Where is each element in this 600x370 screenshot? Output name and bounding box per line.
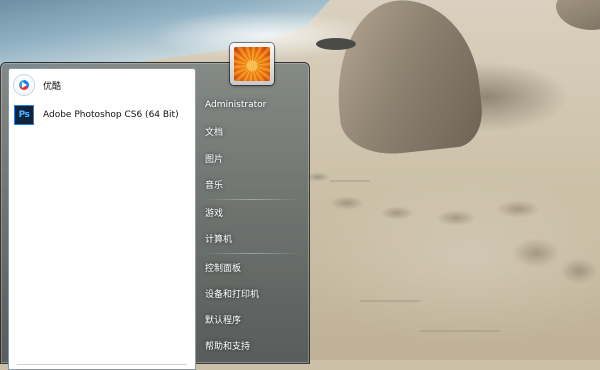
right-item-label: 音乐 <box>205 180 224 191</box>
right-item-default-programs[interactable]: 默认程序 <box>198 307 304 331</box>
program-label: Adobe Photoshop CS6 (64 Bit) <box>43 110 179 120</box>
right-pane-separator <box>202 253 302 254</box>
right-item-label: 默认程序 <box>205 315 242 326</box>
right-item-computer[interactable]: 计算机 <box>198 226 304 250</box>
photoshop-icon: Ps <box>13 104 35 126</box>
orange-flower-user-picture-icon <box>234 47 270 81</box>
right-item-devices-and-printers[interactable]: 设备和打印机 <box>198 281 304 305</box>
user-name-label: Administrator <box>205 100 267 110</box>
right-item-help-and-support[interactable]: 帮助和支持 <box>198 333 304 357</box>
sand-ripple <box>420 330 500 332</box>
right-item-label: 设备和打印机 <box>205 289 260 300</box>
right-item-label: 图片 <box>205 154 224 165</box>
right-item-music[interactable]: 音乐 <box>198 172 304 196</box>
footprint <box>560 258 598 284</box>
right-item-label: 游戏 <box>205 208 224 219</box>
right-item-pictures[interactable]: 图片 <box>198 146 304 170</box>
right-item-label: 文档 <box>205 127 224 138</box>
program-label: 优酷 <box>43 81 62 92</box>
programs-divider <box>17 364 187 365</box>
footprint <box>330 196 364 210</box>
user-picture[interactable] <box>230 43 274 85</box>
right-item-control-panel[interactable]: 控制面板 <box>198 255 304 279</box>
footprint <box>512 238 560 268</box>
right-item-games[interactable]: 游戏 <box>198 200 304 224</box>
right-item-label: 帮助和支持 <box>205 341 251 352</box>
sand-ripple <box>330 180 370 182</box>
program-item-youku[interactable]: 优酷 <box>11 71 191 99</box>
sand-ripple <box>360 300 420 302</box>
programs-pane: 优酷 Ps Adobe Photoshop CS6 (64 Bit) <box>8 68 196 370</box>
right-item-label: 控制面板 <box>205 263 242 274</box>
small-dark-rock <box>316 38 356 50</box>
program-item-photoshop[interactable]: Ps Adobe Photoshop CS6 (64 Bit) <box>11 101 191 129</box>
footprint <box>496 200 540 218</box>
user-folder-link[interactable]: Administrator <box>198 93 304 117</box>
footprint <box>380 206 414 220</box>
right-item-documents[interactable]: 文档 <box>198 119 304 143</box>
youku-icon <box>13 74 35 96</box>
footprint <box>436 210 476 226</box>
right-item-label: 计算机 <box>205 234 233 245</box>
